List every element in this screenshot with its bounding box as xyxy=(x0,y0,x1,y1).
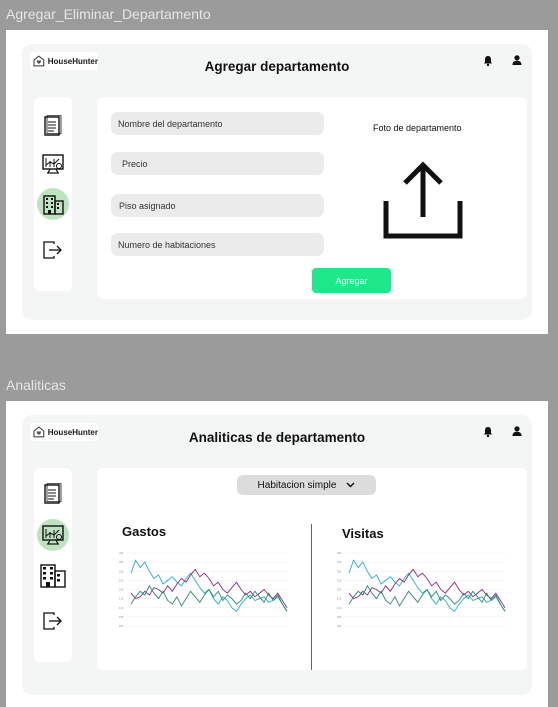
y-tick-label: 3.0 xyxy=(337,569,342,573)
department-form-card: Nombre del departamento Precio Piso asig… xyxy=(97,97,527,299)
analytics-card: Habitacion simple Gastos Visitas 4.0 3.5 3… xyxy=(97,468,527,670)
analytics-monitor-icon xyxy=(42,525,64,545)
chevron-down-icon xyxy=(346,482,355,488)
user-icon[interactable] xyxy=(511,425,523,437)
y-tick-label: 2.5 xyxy=(337,578,342,582)
y-tick-label: 4.0 xyxy=(119,551,124,555)
chart-divider xyxy=(311,524,312,670)
frame-label-agregar: Agregar_Eliminar_Departamento xyxy=(6,6,211,22)
series-line-0 xyxy=(130,559,288,613)
bell-icon[interactable] xyxy=(482,426,494,438)
photo-label: Foto de departamento xyxy=(373,123,462,133)
y-tick-label: 2.5 xyxy=(119,578,124,582)
analiticas-frame: HouseHunter Analiticas de departamento H… xyxy=(6,401,548,707)
department-name-input[interactable]: Nombre del departamento xyxy=(111,112,324,135)
visitas-chart: 4.0 3.5 3.0 2.5 2.0 1.5 1.0 0.5 0.0 xyxy=(337,551,506,628)
y-tick-label: 1.5 xyxy=(119,597,124,601)
report-icon xyxy=(44,483,62,504)
sidebar-item-report[interactable] xyxy=(34,109,72,143)
sidebar-item-departments[interactable] xyxy=(34,187,72,221)
y-tick-label: 0.5 xyxy=(119,615,124,619)
page-title: Analiticas de departamento xyxy=(188,430,366,445)
y-tick-label: 0.5 xyxy=(337,615,342,619)
building-icon xyxy=(43,195,64,215)
price-input[interactable]: Precio xyxy=(111,152,324,175)
series-line-0 xyxy=(348,559,506,613)
sidebar-item-departments[interactable] xyxy=(34,558,72,592)
y-tick-label: 4.0 xyxy=(337,551,342,555)
building-icon xyxy=(40,564,66,588)
y-tick-label: 3.5 xyxy=(119,560,124,564)
sidebar-item-report[interactable] xyxy=(34,477,72,511)
y-tick-label: 2.0 xyxy=(337,588,342,592)
gastos-chart-title: Gastos xyxy=(122,524,167,539)
add-button[interactable]: Agregar xyxy=(312,268,391,293)
gastos-chart: 4.0 3.5 3.0 2.5 2.0 1.5 1.0 0.5 0.0 xyxy=(119,551,288,628)
y-tick-label: 3.5 xyxy=(337,560,342,564)
analytics-monitor-icon xyxy=(42,154,64,174)
y-tick-label: 1.0 xyxy=(337,606,342,610)
y-tick-label: 0.0 xyxy=(337,624,342,628)
sidebar xyxy=(34,97,72,291)
logout-icon xyxy=(43,612,62,630)
sidebar-item-analytics[interactable] xyxy=(34,147,72,181)
frame-label-analiticas: Analiticas xyxy=(6,377,66,393)
visitas-chart-title: Visitas xyxy=(342,526,384,541)
y-tick-label: 3.0 xyxy=(119,569,124,573)
y-tick-label: 2.0 xyxy=(119,588,124,592)
upload-icon[interactable] xyxy=(383,159,463,239)
sidebar-item-logout[interactable] xyxy=(34,233,72,267)
analiticas-app: HouseHunter Analiticas de departamento H… xyxy=(22,415,532,695)
sidebar-item-logout[interactable] xyxy=(34,604,72,638)
agregar-app: HouseHunter Agregar departamento Nombre … xyxy=(22,44,532,320)
floor-input[interactable]: Piso asignado xyxy=(111,194,324,217)
logout-icon xyxy=(43,241,62,259)
y-tick-label: 1.0 xyxy=(119,606,124,610)
sidebar xyxy=(34,468,72,662)
y-tick-label: 0.0 xyxy=(119,624,124,628)
y-tick-label: 1.5 xyxy=(337,597,342,601)
bell-icon[interactable] xyxy=(482,55,494,67)
room-type-select[interactable]: Habitacion simple xyxy=(237,475,376,495)
agregar-frame: HouseHunter Agregar departamento Nombre … xyxy=(6,30,548,334)
rooms-input[interactable]: Numero de habitaciones xyxy=(111,233,324,256)
sidebar-item-analytics[interactable] xyxy=(34,518,72,552)
report-icon xyxy=(44,115,62,136)
page-title: Agregar departamento xyxy=(204,59,350,74)
room-type-selected: Habitacion simple xyxy=(257,479,337,491)
user-icon[interactable] xyxy=(511,54,523,66)
